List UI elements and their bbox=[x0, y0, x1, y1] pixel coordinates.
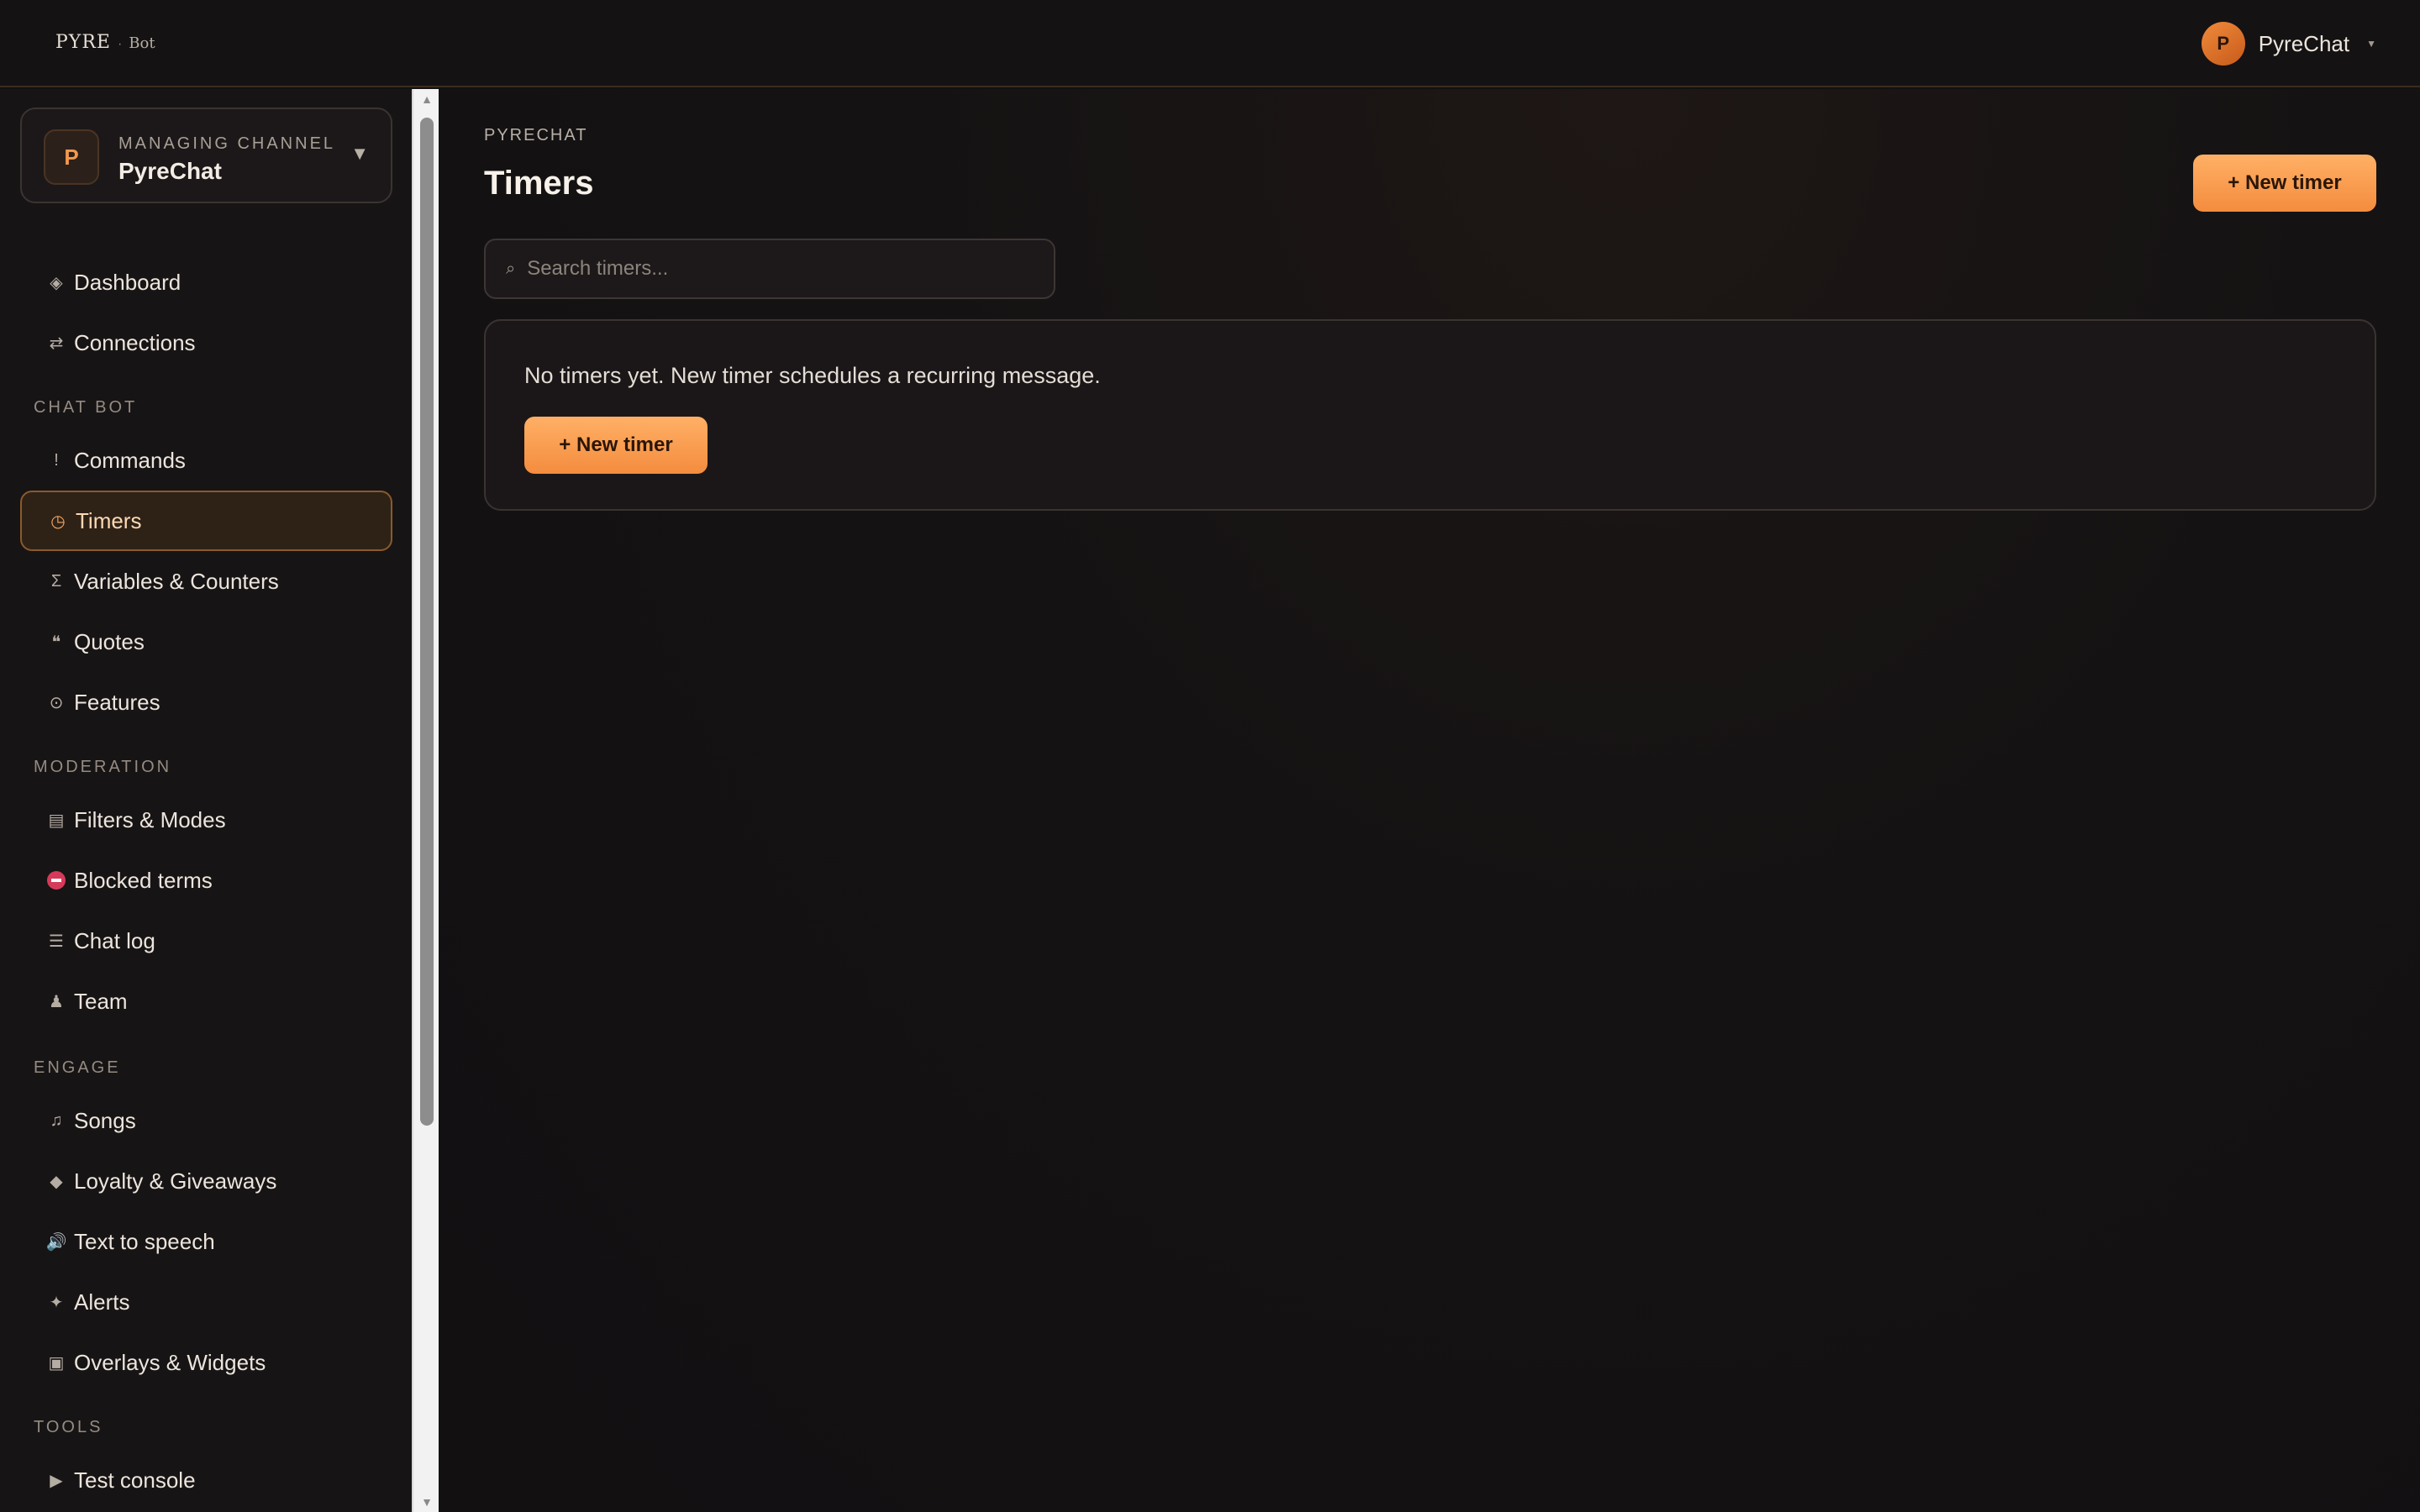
sidebar-item-label: Timers bbox=[76, 507, 142, 533]
chevron-down-icon: ▼ bbox=[2366, 38, 2376, 50]
app-logo[interactable]: PYRE · Bot bbox=[55, 32, 155, 57]
speaker-icon: 🔊 bbox=[45, 1232, 67, 1252]
person-icon: ♟ bbox=[49, 992, 64, 1011]
main-content: PYRECHAT Timers + New timer ⌕ No timers … bbox=[439, 89, 2420, 1512]
breadcrumb: PYRECHAT bbox=[484, 126, 588, 144]
section-label-moderation: MODERATION bbox=[34, 758, 172, 776]
sidebar-scrollbar[interactable]: ▲ ▼ bbox=[412, 89, 439, 1512]
channel-label: MANAGING CHANNEL bbox=[118, 134, 336, 153]
sidebar-item-label: Dashboard bbox=[74, 269, 182, 295]
sidebar-item-dashboard[interactable]: ◈ Dashboard bbox=[20, 252, 392, 312]
sidebar-item-overlays[interactable]: ▣ Overlays & Widgets bbox=[20, 1332, 392, 1393]
user-avatar: P bbox=[2201, 22, 2245, 66]
connections-icon: ⇄ bbox=[49, 333, 64, 353]
dashboard-icon: ◈ bbox=[50, 273, 63, 292]
quote-icon: ❝ bbox=[51, 633, 61, 652]
channel-avatar: P bbox=[44, 129, 99, 185]
blocked-icon bbox=[20, 871, 81, 890]
sidebar-item-label: Connections bbox=[74, 329, 196, 355]
sidebar-item-label: Blocked terms bbox=[74, 867, 213, 893]
sidebar-item-label: Variables & Counters bbox=[74, 568, 279, 594]
sidebar-item-tts[interactable]: 🔊 Text to speech bbox=[20, 1211, 392, 1272]
sidebar-item-features[interactable]: ⊙ Features bbox=[20, 672, 392, 732]
diamond-icon: ◆ bbox=[50, 1172, 63, 1191]
empty-new-timer-button[interactable]: + New timer bbox=[524, 417, 708, 474]
logo-subtitle: Bot bbox=[129, 34, 155, 52]
logo-wordmark: PYRE bbox=[55, 32, 111, 53]
user-name: PyreChat bbox=[2258, 30, 2350, 56]
top-bar: PYRE · Bot P PyreChat ▼ bbox=[0, 0, 2420, 87]
user-menu[interactable]: P PyreChat ▼ bbox=[2201, 22, 2376, 66]
sigma-icon: Σ bbox=[50, 571, 62, 591]
sidebar-item-test-console[interactable]: ▶ Test console bbox=[20, 1450, 392, 1510]
empty-state-message: No timers yet. New timer schedules a rec… bbox=[524, 363, 1101, 388]
sidebar-item-blocked-terms[interactable]: Blocked terms bbox=[20, 850, 392, 911]
sidebar-item-team[interactable]: ♟ Team bbox=[20, 971, 392, 1032]
sidebar-item-label: Chat log bbox=[74, 927, 155, 953]
sidebar-item-label: Alerts bbox=[74, 1289, 130, 1315]
search-input[interactable] bbox=[527, 257, 998, 281]
sidebar-item-variables[interactable]: Σ Variables & Counters bbox=[20, 551, 392, 612]
sidebar-item-commands[interactable]: ! Commands bbox=[20, 430, 392, 491]
section-label-engage: ENGAGE bbox=[34, 1058, 121, 1077]
scroll-down-arrow-icon[interactable]: ▼ bbox=[418, 1494, 435, 1510]
sidebar-item-label: Loyalty & Giveaways bbox=[74, 1168, 277, 1194]
channel-switcher[interactable]: P MANAGING CHANNEL PyreChat ▼ bbox=[20, 108, 392, 203]
sidebar-item-quotes[interactable]: ❝ Quotes bbox=[20, 612, 392, 672]
features-icon: ⊙ bbox=[49, 693, 64, 712]
section-label-chatbot: CHAT BOT bbox=[34, 398, 138, 417]
sparkle-icon: ✦ bbox=[49, 1293, 64, 1312]
list-icon: ☰ bbox=[49, 932, 64, 951]
sidebar-item-label: Features bbox=[74, 689, 160, 715]
clock-icon: ◷ bbox=[50, 512, 66, 531]
sidebar-item-chat-log[interactable]: ☰ Chat log bbox=[20, 911, 392, 971]
sidebar-item-label: Quotes bbox=[74, 628, 145, 654]
sidebar-item-loyalty[interactable]: ◆ Loyalty & Giveaways bbox=[20, 1151, 392, 1211]
sidebar-item-label: Commands bbox=[74, 447, 186, 473]
sidebar-item-label: Team bbox=[74, 988, 128, 1014]
empty-state-card: No timers yet. New timer schedules a rec… bbox=[484, 319, 2376, 511]
overlay-icon: ▣ bbox=[48, 1353, 65, 1373]
page-title: Timers bbox=[484, 165, 594, 202]
logo-separator: · bbox=[117, 37, 123, 51]
sidebar-item-label: Overlays & Widgets bbox=[74, 1349, 266, 1375]
search-icon: ⌕ bbox=[506, 259, 516, 278]
channel-name: PyreChat bbox=[118, 158, 222, 184]
scrollbar-thumb[interactable] bbox=[420, 118, 434, 1126]
new-timer-button[interactable]: + New timer bbox=[2193, 155, 2376, 212]
sidebar-item-alerts[interactable]: ✦ Alerts bbox=[20, 1272, 392, 1332]
sidebar-item-filters[interactable]: ▤ Filters & Modes bbox=[20, 790, 392, 850]
section-label-tools: TOOLS bbox=[34, 1418, 103, 1436]
play-icon: ▶ bbox=[50, 1471, 63, 1490]
sidebar-item-label: Songs bbox=[74, 1107, 136, 1133]
commands-icon: ! bbox=[54, 450, 59, 470]
filter-icon: ▤ bbox=[48, 811, 65, 830]
sidebar-item-label: Filters & Modes bbox=[74, 806, 226, 832]
sidebar-item-timers[interactable]: ◷ Timers bbox=[20, 491, 392, 551]
music-icon: ♫ bbox=[50, 1110, 63, 1130]
sidebar-item-songs[interactable]: ♫ Songs bbox=[20, 1090, 392, 1151]
sidebar-item-label: Test console bbox=[74, 1467, 196, 1493]
sidebar: P MANAGING CHANNEL PyreChat ▼ ◈ Dashboar… bbox=[0, 89, 412, 1512]
scroll-up-arrow-icon[interactable]: ▲ bbox=[418, 91, 435, 108]
sidebar-item-label: Text to speech bbox=[74, 1228, 215, 1254]
sidebar-item-connections[interactable]: ⇄ Connections bbox=[20, 312, 392, 373]
chevron-down-icon: ▼ bbox=[350, 143, 369, 164]
search-field[interactable]: ⌕ bbox=[484, 239, 1055, 299]
